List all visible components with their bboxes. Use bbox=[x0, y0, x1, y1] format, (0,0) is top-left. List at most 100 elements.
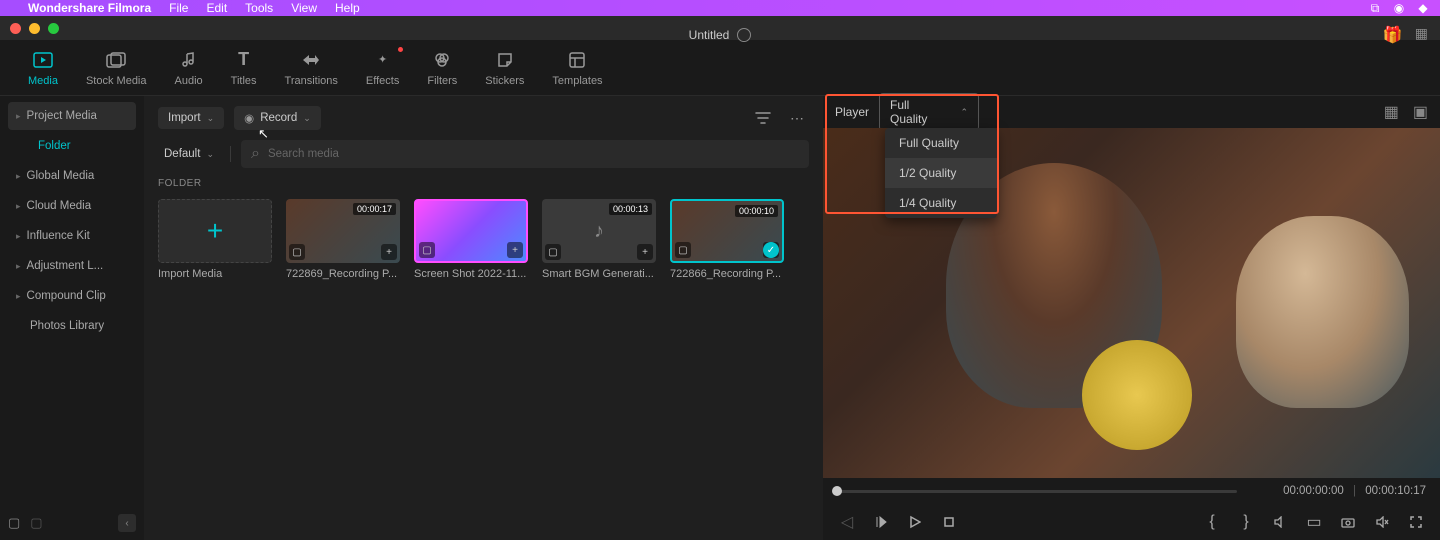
menubar-notify-icon[interactable]: ◆ bbox=[1416, 1, 1430, 15]
filters-icon bbox=[431, 49, 453, 71]
clip-type-icon: ▢ bbox=[289, 244, 305, 260]
clip-type-icon: ▢ bbox=[545, 244, 561, 260]
search-input[interactable] bbox=[268, 148, 799, 160]
sidebar-item-adjustment-layer[interactable]: ▸ Adjustment L... bbox=[8, 252, 136, 280]
sidebar-item-project-media[interactable]: ▸ Project Media bbox=[8, 102, 136, 130]
chevron-right-icon: ▸ bbox=[16, 201, 21, 212]
new-bin-icon[interactable]: ▢ bbox=[30, 515, 42, 531]
sidebar-item-photos-library[interactable]: Photos Library bbox=[8, 312, 136, 340]
sidebar-item-cloud-media[interactable]: ▸ Cloud Media bbox=[8, 192, 136, 220]
add-to-timeline-icon[interactable]: + bbox=[381, 244, 397, 260]
quality-option-quarter[interactable]: 1/4 Quality bbox=[885, 188, 997, 218]
panel-toggle-icon[interactable]: ▦ bbox=[1415, 25, 1428, 45]
more-icon[interactable]: ⋯ bbox=[785, 106, 809, 130]
volume-icon[interactable] bbox=[1270, 512, 1290, 532]
snapshot-icon[interactable] bbox=[1338, 512, 1358, 532]
sidebar: ▸ Project Media Folder ▸ Global Media ▸ … bbox=[0, 96, 144, 540]
tab-media[interactable]: Media bbox=[28, 49, 58, 87]
chevron-right-icon: ▸ bbox=[16, 231, 21, 242]
play-pause-icon[interactable] bbox=[871, 512, 891, 532]
menubar-devices-icon[interactable]: ⧉ bbox=[1368, 1, 1382, 15]
playhead-slider[interactable] bbox=[837, 490, 1237, 493]
mark-in-icon[interactable]: { bbox=[1202, 512, 1222, 532]
filter-icon[interactable] bbox=[751, 106, 775, 130]
menubar-account-icon[interactable]: ◉ bbox=[1392, 1, 1406, 15]
media-icon bbox=[32, 49, 54, 71]
plus-icon: + bbox=[207, 215, 223, 247]
menu-file[interactable]: File bbox=[169, 1, 188, 15]
window-minimize-icon[interactable] bbox=[29, 23, 40, 34]
player-label: Player bbox=[835, 105, 869, 119]
menu-edit[interactable]: Edit bbox=[206, 1, 227, 15]
stickers-icon bbox=[494, 49, 516, 71]
chevron-right-icon: ▸ bbox=[16, 111, 21, 122]
playhead-handle-icon[interactable] bbox=[832, 486, 842, 496]
templates-icon bbox=[566, 49, 588, 71]
tab-audio[interactable]: Audio bbox=[175, 49, 203, 87]
sort-button[interactable]: Default ⌄ bbox=[158, 143, 220, 165]
new-folder-icon[interactable]: ▢ bbox=[8, 515, 20, 531]
chevron-down-icon: ⌄ bbox=[206, 149, 214, 160]
app-name[interactable]: Wondershare Filmora bbox=[28, 1, 151, 15]
record-dot-icon: ◉ bbox=[244, 111, 254, 125]
search-field[interactable]: ⌕ bbox=[241, 140, 809, 168]
stock-media-icon bbox=[105, 49, 127, 71]
snapshot-frame-icon[interactable]: ▣ bbox=[1413, 102, 1428, 122]
import-button[interactable]: Import ⌄ bbox=[158, 107, 224, 129]
mute-icon[interactable] bbox=[1372, 512, 1392, 532]
add-to-timeline-icon[interactable]: + bbox=[637, 244, 653, 260]
quality-menu: Full Quality 1/2 Quality 1/4 Quality bbox=[885, 128, 997, 218]
media-item[interactable]: ▢ + Screen Shot 2022-11... bbox=[414, 199, 528, 280]
quality-dropdown[interactable]: Full Quality ⌃ bbox=[879, 93, 979, 131]
window-close-icon[interactable] bbox=[10, 23, 21, 34]
menu-help[interactable]: Help bbox=[335, 1, 360, 15]
window-zoom-icon[interactable] bbox=[48, 23, 59, 34]
chevron-right-icon: ▸ bbox=[16, 291, 21, 302]
tab-stock-media[interactable]: Stock Media bbox=[86, 49, 147, 87]
sidebar-item-global-media[interactable]: ▸ Global Media bbox=[8, 162, 136, 190]
preview-panel: Player Full Quality ⌃ Full Quality 1/2 Q… bbox=[823, 96, 1440, 540]
quality-option-full[interactable]: Full Quality bbox=[885, 128, 997, 158]
sidebar-collapse-icon[interactable]: ‹ bbox=[118, 514, 136, 532]
tab-templates[interactable]: Templates bbox=[552, 49, 602, 87]
mark-out-icon[interactable]: } bbox=[1236, 512, 1256, 532]
titles-icon: T bbox=[233, 49, 255, 71]
section-label: FOLDER bbox=[158, 178, 809, 189]
ratio-icon[interactable]: ▭ bbox=[1304, 512, 1324, 532]
gift-icon[interactable]: 🎁 bbox=[1383, 25, 1403, 45]
tab-effects[interactable]: ✦ Effects bbox=[366, 49, 399, 87]
menu-view[interactable]: View bbox=[291, 1, 317, 15]
window-controls bbox=[0, 16, 1440, 40]
sidebar-item-compound-clip[interactable]: ▸ Compound Clip bbox=[8, 282, 136, 310]
sidebar-item-influence-kit[interactable]: ▸ Influence Kit bbox=[8, 222, 136, 250]
fullscreen-icon[interactable] bbox=[1406, 512, 1426, 532]
media-item[interactable]: 00:00:10 ▢ ▢ ✓ 722866_Recording P... bbox=[670, 199, 784, 280]
effects-icon: ✦ bbox=[372, 49, 394, 71]
tab-filters[interactable]: Filters bbox=[427, 49, 457, 87]
chevron-down-icon: ⌄ bbox=[303, 113, 311, 124]
tab-transitions[interactable]: Transitions bbox=[285, 49, 338, 87]
media-item[interactable]: 00:00:17 ▢ + 722869_Recording P... bbox=[286, 199, 400, 280]
effects-badge-icon bbox=[398, 47, 403, 52]
media-item[interactable]: ♪ 00:00:13 ▢ + Smart BGM Generati... bbox=[542, 199, 656, 280]
prev-frame-icon[interactable]: ◁ bbox=[837, 512, 857, 532]
sidebar-sub-folder[interactable]: Folder bbox=[8, 132, 136, 160]
record-button[interactable]: ◉ Record ⌄ bbox=[234, 106, 321, 130]
music-note-icon: ♪ bbox=[594, 220, 604, 243]
tab-titles[interactable]: T Titles bbox=[231, 49, 257, 87]
time-display: 00:00:00:00 | 00:00:10:17 bbox=[1283, 485, 1426, 497]
media-panel: Import ⌄ ◉ Record ⌄ ⋯ ↖ Default ⌄ ⌕ bbox=[144, 96, 823, 540]
compare-view-icon[interactable]: ▦ bbox=[1384, 102, 1399, 122]
play-icon[interactable] bbox=[905, 512, 925, 532]
quality-option-half[interactable]: 1/2 Quality bbox=[885, 158, 997, 188]
transitions-icon bbox=[300, 49, 322, 71]
import-media-item[interactable]: + Import Media bbox=[158, 199, 272, 280]
clip-type-icon: ▢ bbox=[675, 242, 691, 258]
chevron-down-icon: ⌄ bbox=[207, 113, 215, 124]
tab-stickers[interactable]: Stickers bbox=[485, 49, 524, 87]
add-to-timeline-icon[interactable]: + bbox=[507, 242, 523, 258]
menu-tools[interactable]: Tools bbox=[245, 1, 273, 15]
check-icon: ✓ bbox=[763, 242, 779, 258]
main-tabs: Media Stock Media Audio T Titles Transit… bbox=[0, 40, 1440, 96]
stop-icon[interactable] bbox=[939, 512, 959, 532]
